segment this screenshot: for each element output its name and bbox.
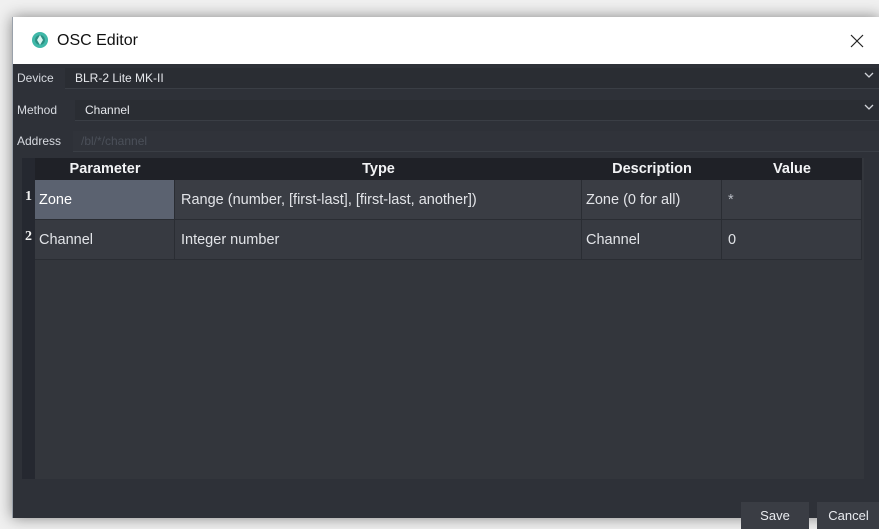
row-number: 1 xyxy=(25,189,32,204)
parameter-table: Parameter Type Description Value 1 Zone … xyxy=(22,158,864,498)
method-value: Channel xyxy=(85,103,130,117)
cell-value[interactable]: * xyxy=(722,180,862,220)
method-label: Method xyxy=(17,103,58,117)
device-select[interactable]: BLR-2 Lite MK-II xyxy=(65,68,879,89)
osc-editor-window: OSC Editor Device BLR-2 Lite MK-II Metho… xyxy=(12,17,879,529)
row-number: 2 xyxy=(25,229,32,244)
header-description[interactable]: Description xyxy=(582,158,722,180)
cell-type[interactable]: Range (number, [first-last], [first-last… xyxy=(175,180,582,220)
cell-parameter[interactable]: Zone xyxy=(35,180,175,220)
cell-parameter[interactable]: Channel xyxy=(35,220,175,260)
address-placeholder: /bl/*/channel xyxy=(81,134,148,148)
cell-type[interactable]: Integer number xyxy=(175,220,582,260)
header-type[interactable]: Type xyxy=(175,158,582,180)
title-bar: OSC Editor xyxy=(13,17,879,64)
cancel-button[interactable]: Cancel xyxy=(817,502,879,529)
address-label: Address xyxy=(17,134,62,148)
method-row: Method Channel xyxy=(13,100,879,121)
device-value: BLR-2 Lite MK-II xyxy=(75,71,164,85)
method-select[interactable]: Channel xyxy=(75,100,879,121)
chevron-down-icon xyxy=(864,72,874,78)
device-row: Device BLR-2 Lite MK-II xyxy=(13,68,879,89)
save-button[interactable]: Save xyxy=(741,502,809,529)
cell-value[interactable]: 0 xyxy=(722,220,862,260)
address-row: Address /bl/*/channel xyxy=(13,131,879,152)
cell-description[interactable]: Channel xyxy=(582,220,722,260)
device-label: Device xyxy=(17,71,54,85)
cell-description[interactable]: Zone (0 for all) xyxy=(582,180,722,220)
address-input[interactable]: /bl/*/channel xyxy=(73,131,879,152)
header-value[interactable]: Value xyxy=(722,158,862,180)
header-parameter[interactable]: Parameter xyxy=(35,158,175,180)
close-icon xyxy=(850,34,864,47)
chevron-down-icon xyxy=(864,104,874,110)
row-number-column xyxy=(22,158,35,479)
app-logo-icon xyxy=(32,32,48,48)
window-title: OSC Editor xyxy=(57,32,138,49)
close-button[interactable] xyxy=(834,17,879,64)
